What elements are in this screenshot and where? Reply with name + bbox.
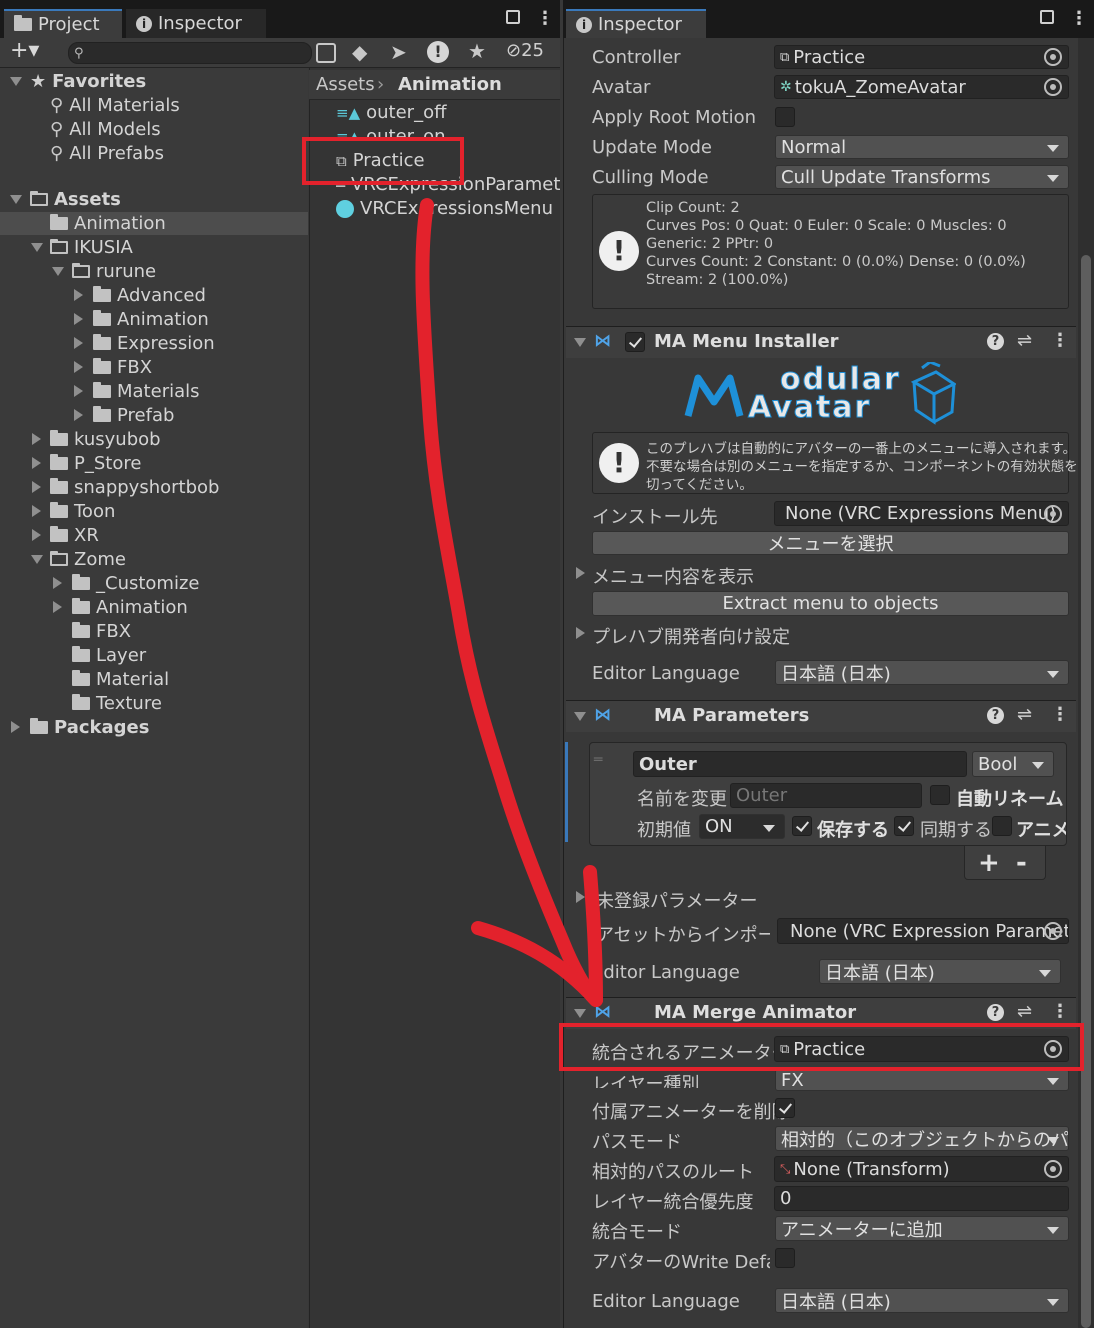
annotation-arrow — [415, 198, 603, 1007]
